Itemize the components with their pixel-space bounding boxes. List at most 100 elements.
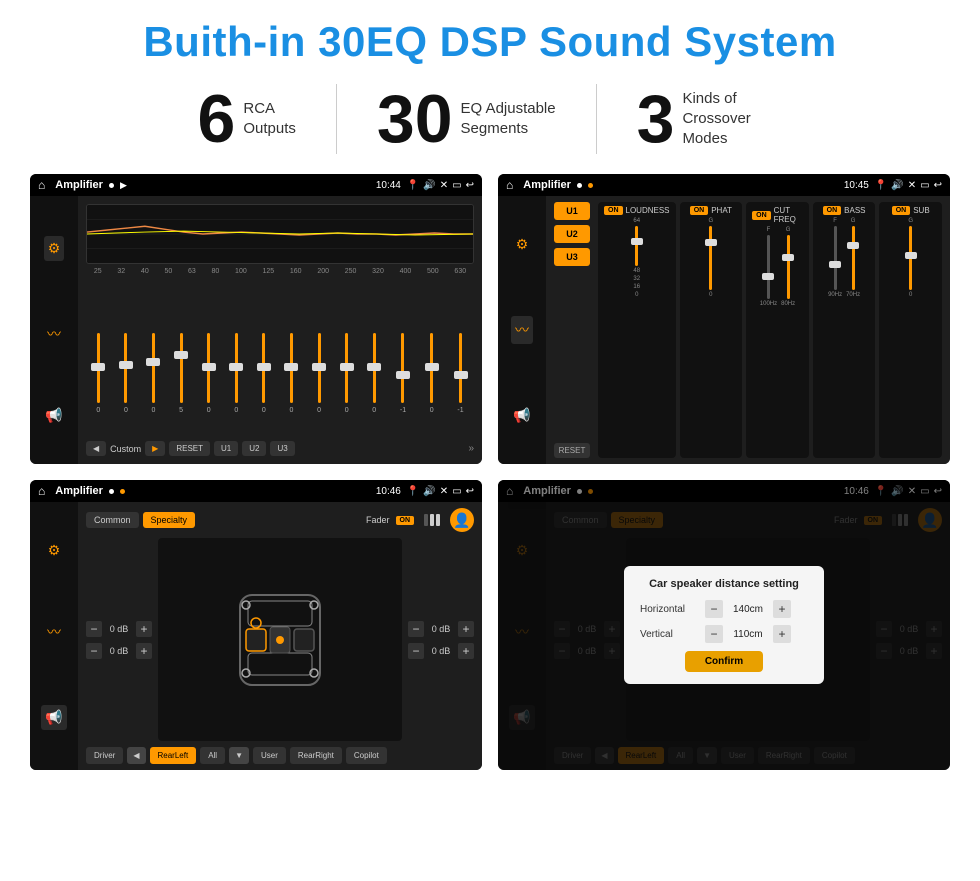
home-icon-3[interactable]: ⌂ — [38, 484, 45, 498]
eq-main-area: 2532 4050 6380 100125 160200 250320 4005… — [78, 196, 482, 464]
speaker-icon[interactable]: 📢 — [45, 407, 62, 424]
eq-slider-2: 0 — [152, 333, 156, 433]
slider-track[interactable] — [262, 333, 265, 403]
fader-on-badge[interactable]: ON — [396, 516, 415, 525]
window-icon[interactable]: ▭ — [452, 180, 461, 191]
u2-preset-btn[interactable]: U2 — [554, 225, 590, 243]
user-button[interactable]: User — [253, 747, 286, 764]
status-dot-1 — [109, 183, 114, 188]
fader-down-icon[interactable]: ▼ — [229, 747, 249, 764]
back-icon-3[interactable]: ↩ — [466, 486, 474, 497]
window-icon-2[interactable]: ▭ — [920, 180, 929, 191]
sub-channel: ON SUB G 0 — [879, 202, 942, 458]
slider-track[interactable] — [401, 333, 404, 403]
slider-track[interactable] — [345, 333, 348, 403]
driver-button[interactable]: Driver — [86, 747, 123, 764]
sub-on-badge[interactable]: ON — [892, 206, 911, 215]
vol-minus-fr[interactable]: − — [408, 621, 424, 637]
expand-icon[interactable]: » — [468, 443, 474, 454]
eq-status-bar: ⌂ Amplifier ▶ 10:44 📍 🔊 ✕ ▭ ↩ — [30, 174, 482, 196]
slider-track[interactable] — [290, 333, 293, 403]
close-icon-2[interactable]: ✕ — [908, 180, 916, 191]
eq-icon-3[interactable]: ⚙ — [48, 542, 61, 559]
vol-plus-fr[interactable]: + — [458, 621, 474, 637]
eq-slider-4: 0 — [207, 333, 211, 433]
window-icon-3[interactable]: ▭ — [452, 486, 461, 497]
u3-button[interactable]: U3 — [270, 441, 294, 456]
u2-button[interactable]: U2 — [242, 441, 266, 456]
slider-track[interactable] — [430, 333, 433, 403]
close-icon[interactable]: ✕ — [440, 180, 448, 191]
waveform-icon-2[interactable]: 〰 — [511, 316, 533, 344]
slider-track[interactable] — [207, 333, 210, 403]
waveform-icon[interactable]: 〰 — [47, 324, 61, 344]
eq-icon-2[interactable]: ⚙ — [516, 236, 529, 253]
home-icon-2[interactable]: ⌂ — [506, 178, 513, 192]
common-tab[interactable]: Common — [86, 512, 139, 528]
u1-button[interactable]: U1 — [214, 441, 238, 456]
speaker-controls-right: − 0 dB + − 0 dB + — [408, 538, 474, 741]
u3-preset-btn[interactable]: U3 — [554, 248, 590, 266]
slider-track[interactable] — [373, 333, 376, 403]
rca-number: 6 — [198, 85, 236, 153]
person-icon[interactable]: 👤 — [450, 508, 474, 532]
vol-minus-fl[interactable]: − — [86, 621, 102, 637]
close-icon-3[interactable]: ✕ — [440, 486, 448, 497]
rearleft-button[interactable]: RearLeft — [150, 747, 197, 764]
speaker-icon-3[interactable]: 📢 — [41, 705, 66, 730]
fader-label: Fader — [366, 515, 390, 525]
horizontal-minus-button[interactable]: − — [705, 600, 723, 618]
loudness-on-badge[interactable]: ON — [604, 206, 623, 215]
loudness-slider-1: 64 48 32 16 0 — [633, 218, 640, 298]
horizontal-plus-button[interactable]: + — [773, 600, 791, 618]
bass-slider-1: F 90Hz — [828, 218, 842, 298]
phat-slider: G 0 — [708, 218, 713, 298]
slider-track[interactable] — [180, 333, 183, 403]
phat-on-badge[interactable]: ON — [690, 206, 709, 215]
speaker-icon-2[interactable]: 📢 — [513, 407, 530, 424]
slider-track[interactable] — [318, 333, 321, 403]
fader-up-icon[interactable]: ◀ — [127, 747, 145, 764]
all-button[interactable]: All — [200, 747, 225, 764]
slider-track[interactable] — [459, 333, 462, 403]
rearright-button[interactable]: RearRight — [290, 747, 342, 764]
back-icon[interactable]: ↩ — [466, 180, 474, 191]
slider-track[interactable] — [152, 333, 155, 403]
reset-button[interactable]: RESET — [169, 441, 210, 456]
vertical-minus-button[interactable]: − — [705, 625, 723, 643]
eq-icon[interactable]: ⚙ — [44, 236, 65, 261]
copilot-button[interactable]: Copilot — [346, 747, 387, 764]
play-button[interactable]: ▶ — [145, 441, 165, 456]
slider-track[interactable] — [235, 333, 238, 403]
waveform-icon-3[interactable]: 〰 — [47, 622, 61, 642]
slider-track[interactable] — [97, 333, 100, 403]
cutfreq-channel: ON CUT FREQ F 100Hz — [746, 202, 809, 458]
home-icon[interactable]: ⌂ — [38, 178, 45, 192]
back-icon-2[interactable]: ↩ — [934, 180, 942, 191]
eq-slider-3: 5 — [179, 333, 183, 433]
confirm-button[interactable]: Confirm — [685, 651, 763, 672]
prev-preset-button[interactable]: ◀ — [86, 441, 106, 456]
vol-plus-fl[interactable]: + — [136, 621, 152, 637]
vertical-plus-button[interactable]: + — [773, 625, 791, 643]
cutfreq-on-badge[interactable]: ON — [752, 211, 771, 220]
bass-on-badge[interactable]: ON — [823, 206, 842, 215]
eq-slider-1: 0 — [124, 333, 128, 433]
crossover-screen: ⌂ Amplifier 10:45 📍 🔊 ✕ ▭ ↩ ⚙ 〰 📢 — [498, 174, 950, 464]
xover-reset-btn[interactable]: RESET — [554, 443, 590, 458]
location-icon-2: 📍 — [875, 180, 887, 191]
play-icon[interactable]: ▶ — [120, 180, 127, 191]
slider-track[interactable] — [124, 333, 127, 403]
eq-label: EQ Adjustable Segments — [461, 99, 556, 140]
xover-presets: U1 U2 U3 RESET — [554, 202, 590, 458]
vol-plus-rr[interactable]: + — [458, 643, 474, 659]
volume-icon: 🔊 — [423, 180, 435, 191]
vol-minus-rr[interactable]: − — [408, 643, 424, 659]
vol-plus-rl[interactable]: + — [136, 643, 152, 659]
cutfreq-slider-1: F 100Hz — [760, 227, 777, 307]
dialog-title: Car speaker distance setting — [640, 578, 808, 590]
specialty-tab[interactable]: Specialty — [143, 512, 196, 528]
eq-number: 30 — [377, 85, 453, 153]
vol-minus-rl[interactable]: − — [86, 643, 102, 659]
u1-preset-btn[interactable]: U1 — [554, 202, 590, 220]
